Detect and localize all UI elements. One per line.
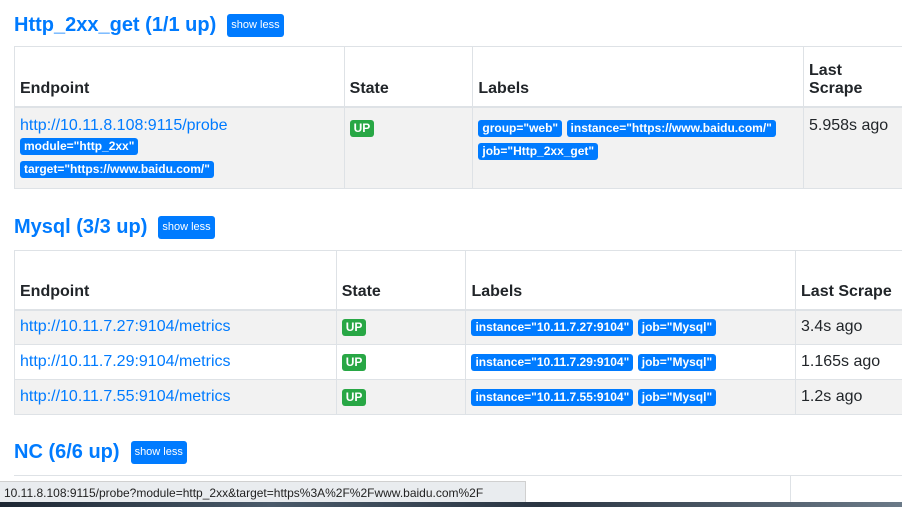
table-row: http://10.11.7.29:9104/metrics UP instan… bbox=[14, 344, 902, 380]
label-badge: instance="10.11.7.55:9104" bbox=[471, 389, 634, 406]
targets-table: Endpoint State Labels Last Scrape http:/… bbox=[14, 46, 902, 189]
label-badge: instance="https://www.baidu.com/" bbox=[566, 119, 776, 137]
endpoint-cell: http://10.11.7.27:9104/metrics bbox=[14, 309, 337, 345]
column-header-last-scrape: Last Scrape bbox=[795, 250, 902, 311]
endpoint-cell: http://10.11.7.29:9104/metrics bbox=[14, 344, 337, 380]
section-header: NC (6/6 up) show less bbox=[14, 439, 902, 465]
labels-cell: group="web" instance="https://www.baidu.… bbox=[472, 106, 805, 189]
label-badge: job="Mysql" bbox=[637, 389, 717, 406]
column-header-labels: Labels bbox=[472, 46, 805, 108]
state-cell: UP bbox=[335, 379, 467, 415]
state-badge-up: UP bbox=[341, 319, 367, 337]
endpoint-link[interactable]: http://10.11.7.29:9104/metrics bbox=[20, 353, 231, 370]
label-badge: job="Http_2xx_get" bbox=[478, 142, 599, 160]
endpoint-cell: http://10.11.7.55:9104/metrics bbox=[14, 379, 337, 415]
label-badge: job="Mysql" bbox=[637, 354, 717, 371]
table-row: http://10.11.7.55:9104/metrics UP instan… bbox=[14, 379, 902, 415]
label-badge: job="Mysql" bbox=[637, 319, 717, 337]
browser-status-bar: 10.11.8.108:9115/probe?module=http_2xx&t… bbox=[0, 481, 526, 503]
column-header-last-scrape: Last Scrape bbox=[803, 46, 902, 108]
last-scrape-cell: 5.958s ago bbox=[803, 106, 902, 189]
last-scrape-cell: 3.4s ago bbox=[795, 309, 902, 345]
state-badge-up: UP bbox=[341, 389, 367, 406]
table-header-row: Endpoint State Labels Last Scrape bbox=[14, 250, 902, 311]
nc-table-divider bbox=[790, 475, 791, 502]
endpoint-link[interactable]: http://10.11.8.108:9115/probe bbox=[20, 117, 228, 134]
targets-table: Endpoint State Labels Last Scrape http:/… bbox=[14, 250, 902, 415]
endpoint-link[interactable]: http://10.11.7.55:9104/metrics bbox=[20, 388, 231, 405]
labels-cell: instance="10.11.7.29:9104" job="Mysql" bbox=[465, 344, 797, 380]
state-cell: UP bbox=[335, 309, 467, 345]
table-row: http://10.11.8.108:9115/probe module="ht… bbox=[14, 106, 902, 189]
column-header-endpoint: Endpoint bbox=[14, 250, 337, 311]
last-scrape-cell: 1.2s ago bbox=[795, 379, 902, 415]
column-header-state: State bbox=[335, 250, 467, 311]
label-badge: instance="10.11.7.27:9104" bbox=[471, 319, 634, 337]
param-badge: target="https://www.baidu.com/" bbox=[20, 160, 214, 178]
show-less-button[interactable]: show less bbox=[158, 215, 215, 239]
endpoint-link[interactable]: http://10.11.7.27:9104/metrics bbox=[20, 318, 231, 335]
endpoint-cell: http://10.11.8.108:9115/probe module="ht… bbox=[14, 106, 345, 189]
state-badge-up: UP bbox=[341, 354, 367, 371]
state-badge-up: UP bbox=[349, 119, 375, 137]
table-header-row: Endpoint State Labels Last Scrape bbox=[14, 46, 902, 108]
labels-cell: instance="10.11.7.55:9104" job="Mysql" bbox=[465, 379, 797, 415]
show-less-button[interactable]: show less bbox=[227, 13, 284, 37]
column-header-state: State bbox=[343, 46, 474, 108]
label-badge: group="web" bbox=[478, 119, 563, 137]
job-section-http-2xx-get: Http_2xx_get (1/1 up) show less bbox=[14, 12, 902, 38]
table-row: http://10.11.7.27:9104/metrics UP instan… bbox=[14, 309, 902, 345]
job-section-mysql: Mysql (3/3 up) show less bbox=[14, 214, 902, 240]
label-badge: instance="10.11.7.29:9104" bbox=[471, 354, 634, 371]
param-badge: module="http_2xx" bbox=[20, 137, 139, 155]
section-title[interactable]: Http_2xx_get (1/1 up) bbox=[14, 12, 216, 38]
section-header: Http_2xx_get (1/1 up) show less bbox=[14, 12, 902, 38]
labels-cell: instance="10.11.7.27:9104" job="Mysql" bbox=[465, 309, 797, 345]
section-title[interactable]: NC (6/6 up) bbox=[14, 439, 120, 465]
column-header-labels: Labels bbox=[465, 250, 797, 311]
job-section-nc: NC (6/6 up) show less bbox=[14, 439, 902, 465]
state-cell: UP bbox=[335, 344, 467, 380]
show-less-button[interactable]: show less bbox=[130, 440, 187, 464]
state-cell: UP bbox=[343, 106, 474, 189]
section-header: Mysql (3/3 up) show less bbox=[14, 214, 902, 240]
column-header-endpoint: Endpoint bbox=[14, 46, 345, 108]
last-scrape-cell: 1.165s ago bbox=[795, 344, 902, 380]
desktop-strip bbox=[0, 502, 902, 507]
section-title[interactable]: Mysql (3/3 up) bbox=[14, 214, 147, 240]
